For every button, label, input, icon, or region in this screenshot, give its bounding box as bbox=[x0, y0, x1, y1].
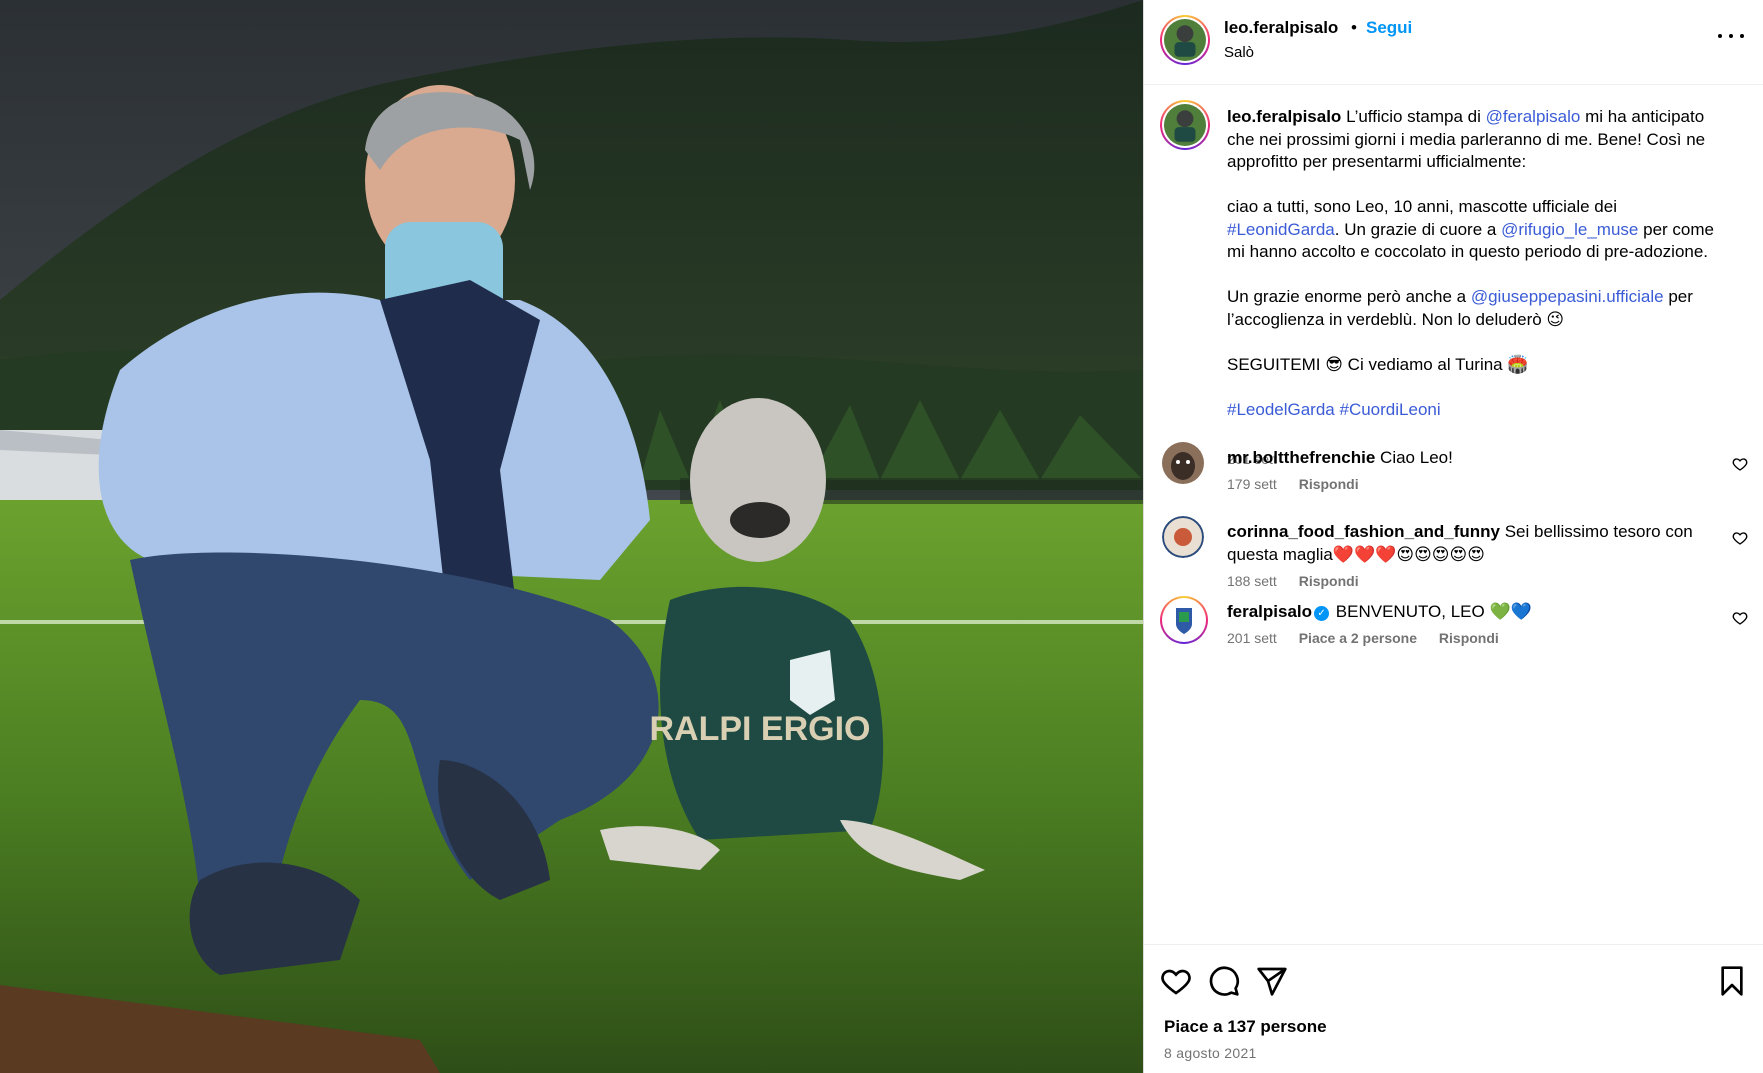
comment-icon[interactable] bbox=[1208, 965, 1240, 997]
comment-meta: 201 sett Piace a 2 persone Rispondi bbox=[1227, 630, 1517, 646]
heart-icon[interactable] bbox=[1732, 530, 1748, 546]
reply-button[interactable]: Rispondi bbox=[1439, 630, 1499, 646]
caption-text: Un grazie enorme però anche a bbox=[1227, 287, 1467, 306]
caption-text: . Un grazie di cuore a bbox=[1334, 219, 1497, 239]
avatar-image bbox=[1162, 516, 1204, 558]
bookmark-icon[interactable] bbox=[1716, 965, 1748, 997]
comment-username[interactable]: mr.boltthefrenchie bbox=[1227, 448, 1375, 467]
comments-section: leo.feralpisalo L’ufficio stampa di @fer… bbox=[1144, 86, 1763, 943]
reply-button[interactable]: Rispondi bbox=[1299, 573, 1359, 589]
reply-button[interactable]: Rispondi bbox=[1299, 476, 1359, 492]
author-avatar[interactable] bbox=[1160, 15, 1210, 65]
comment-text: Ciao Leo! bbox=[1380, 448, 1453, 467]
commenter-avatar[interactable] bbox=[1162, 516, 1204, 558]
hashtag-link[interactable]: #CuordiLeoni bbox=[1340, 400, 1441, 419]
avatar-image bbox=[1162, 442, 1204, 484]
heart-icon[interactable] bbox=[1732, 610, 1748, 626]
jersey-print: RALPI ERGIO bbox=[649, 710, 870, 748]
more-icon[interactable] bbox=[1716, 26, 1746, 46]
post-image[interactable]: RALPI ERGIO bbox=[0, 0, 1143, 1073]
heart-icon[interactable] bbox=[1732, 456, 1748, 472]
post-actions: Piace a 137 persone 8 agosto 2021 bbox=[1144, 944, 1763, 1073]
post-photo: RALPI ERGIO bbox=[0, 0, 1143, 1073]
comment-meta: 179 sett Rispondi bbox=[1227, 476, 1377, 492]
mention-link[interactable]: @rifugio_le_muse bbox=[1501, 220, 1638, 239]
author-username[interactable]: leo.feralpisalo bbox=[1224, 18, 1338, 38]
post-date: 8 agosto 2021 bbox=[1164, 1045, 1257, 1061]
caption-text: L’ufficio stampa di bbox=[1346, 107, 1481, 126]
caption-text: SEGUITEMI 😎 Ci vediamo al Turina 🏟️ bbox=[1227, 354, 1529, 374]
hashtag-link[interactable]: #LeonidGarda bbox=[1227, 220, 1335, 239]
caption-username[interactable]: leo.feralpisalo bbox=[1227, 107, 1341, 126]
caption-text: ciao a tutti, sono Leo, 10 anni, mascott… bbox=[1227, 197, 1617, 216]
mention-link[interactable]: @feralpisalo bbox=[1486, 107, 1581, 126]
mention-link[interactable]: @giuseppepasini.ufficiale bbox=[1471, 287, 1664, 306]
comment-text: BENVENUTO, LEO 💚💙 bbox=[1335, 602, 1532, 621]
post-panel: leo.feralpisalo • Segui Salò leo.feralpi… bbox=[1143, 0, 1763, 1073]
comment-body: corinna_food_fashion_and_funny Sei belli… bbox=[1227, 520, 1697, 566]
avatar-image bbox=[1164, 104, 1206, 146]
avatar-image bbox=[1164, 19, 1206, 61]
follow-button[interactable]: Segui bbox=[1366, 18, 1412, 38]
post-location[interactable]: Salò bbox=[1224, 44, 1254, 61]
comment-username[interactable]: feralpisalo bbox=[1227, 602, 1312, 621]
header-separator: • bbox=[1351, 18, 1357, 37]
comment-time[interactable]: 201 sett bbox=[1227, 630, 1277, 646]
comment-body: mr.boltthefrenchie Ciao Leo! bbox=[1227, 446, 1697, 469]
likes-count[interactable]: Piace a 137 persone bbox=[1164, 1017, 1327, 1037]
verified-badge-icon: ✓ bbox=[1314, 606, 1330, 621]
heart-icon[interactable] bbox=[1160, 965, 1192, 997]
comment-meta: 188 sett Rispondi bbox=[1227, 573, 1377, 589]
commenter-avatar[interactable] bbox=[1162, 442, 1204, 484]
post-caption: leo.feralpisalo L’ufficio stampa di @fer… bbox=[1227, 106, 1727, 444]
comment-likes[interactable]: Piace a 2 persone bbox=[1299, 630, 1417, 646]
comment-username[interactable]: corinna_food_fashion_and_funny bbox=[1227, 522, 1500, 541]
hashtag-link[interactable]: #LeodelGarda bbox=[1227, 400, 1335, 419]
paper-plane-icon[interactable] bbox=[1256, 965, 1288, 997]
post-header: leo.feralpisalo • Segui Salò bbox=[1144, 0, 1763, 85]
avatar-image bbox=[1164, 600, 1204, 640]
commenter-avatar[interactable] bbox=[1160, 596, 1208, 644]
comment-time[interactable]: 179 sett bbox=[1227, 476, 1277, 492]
comment-time[interactable]: 188 sett bbox=[1227, 573, 1277, 589]
caption-avatar[interactable] bbox=[1160, 100, 1210, 150]
comment-body: feralpisalo ✓ BENVENUTO, LEO 💚💙 bbox=[1227, 600, 1697, 623]
